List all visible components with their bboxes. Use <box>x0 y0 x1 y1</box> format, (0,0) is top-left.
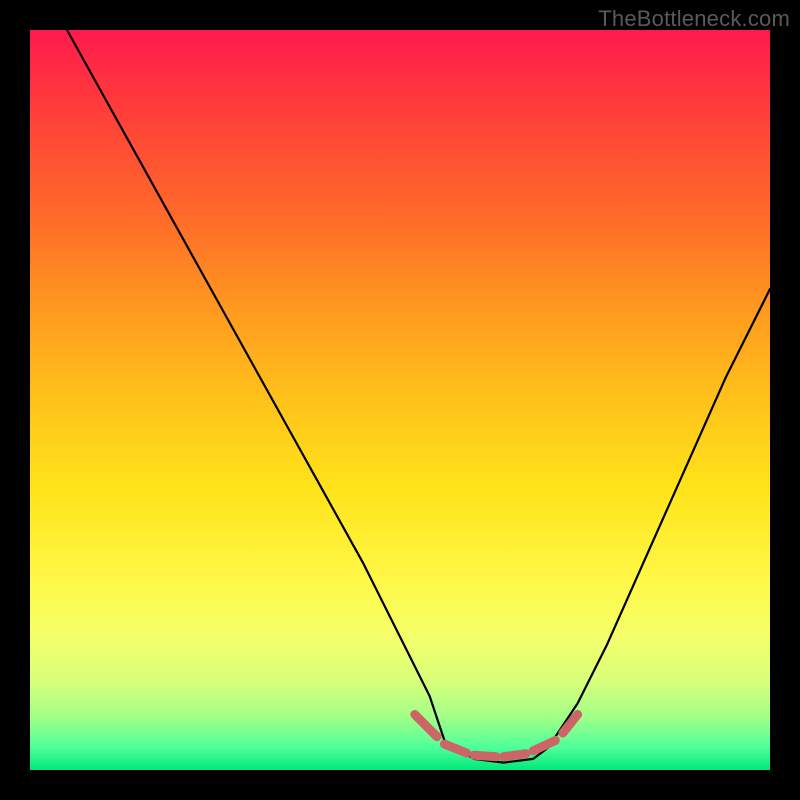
floor-dash <box>504 754 526 757</box>
bottleneck-curve <box>30 30 770 763</box>
plot-area <box>30 30 770 770</box>
chart-frame: TheBottleneck.com <box>0 0 800 800</box>
curve-group <box>30 30 770 763</box>
floor-dash <box>415 715 437 737</box>
floor-dash <box>474 755 496 757</box>
watermark-text: TheBottleneck.com <box>598 6 790 32</box>
floor-dash <box>533 740 555 750</box>
curve-layer <box>30 30 770 770</box>
floor-dash <box>444 744 466 753</box>
floor-dash <box>563 715 578 734</box>
marker-group <box>415 715 578 757</box>
